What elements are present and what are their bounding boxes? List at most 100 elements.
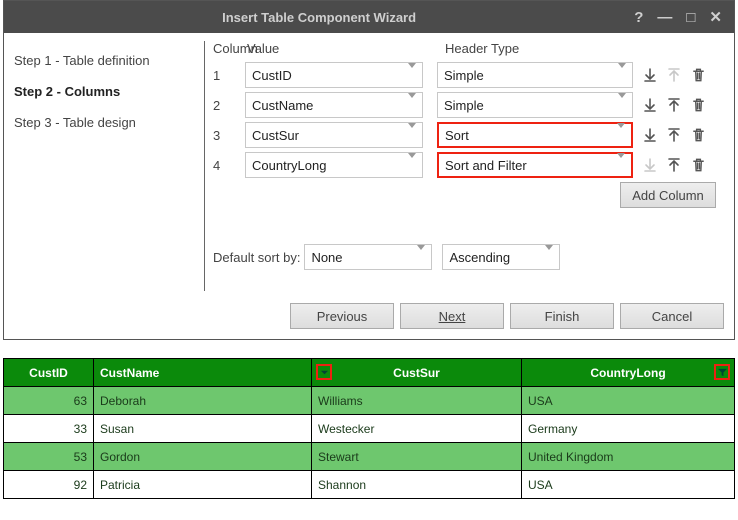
chevron-down-icon bbox=[417, 250, 425, 265]
filter-icon[interactable] bbox=[714, 364, 730, 380]
value-dropdown[interactable]: CustName bbox=[245, 92, 423, 118]
step-3[interactable]: Step 3 - Table design bbox=[14, 107, 204, 138]
cell-custname: Susan bbox=[94, 415, 312, 443]
next-button[interactable]: Next bbox=[400, 303, 504, 329]
sort-direction-dropdown[interactable]: Ascending bbox=[442, 244, 560, 270]
cell-custsur: Williams bbox=[312, 387, 522, 415]
add-column-row: Add Column bbox=[213, 182, 716, 208]
table-row: 92PatriciaShannonUSA bbox=[4, 471, 735, 499]
header-type-dropdown[interactable]: Sort bbox=[437, 122, 633, 148]
maximize-button[interactable]: □ bbox=[686, 10, 695, 25]
close-button[interactable]: ✕ bbox=[709, 10, 722, 25]
preview-table: CustID CustName CustSur CountryLong 63De… bbox=[3, 358, 735, 499]
row-icon-group bbox=[641, 156, 707, 174]
header-column: Column bbox=[213, 41, 245, 56]
help-button[interactable]: ? bbox=[634, 10, 643, 25]
cell-custid: 63 bbox=[4, 387, 94, 415]
move-up-icon[interactable] bbox=[665, 126, 683, 144]
chevron-down-icon bbox=[408, 128, 416, 143]
table-row: 63DeborahWilliamsUSA bbox=[4, 387, 735, 415]
delete-icon[interactable] bbox=[689, 96, 707, 114]
delete-icon[interactable] bbox=[689, 156, 707, 174]
chevron-down-icon bbox=[618, 68, 626, 83]
value-text: CountryLong bbox=[252, 158, 326, 173]
move-up-icon[interactable] bbox=[665, 96, 683, 114]
value-dropdown[interactable]: CustID bbox=[245, 62, 423, 88]
previous-button[interactable]: Previous bbox=[290, 303, 394, 329]
header-type-dropdown[interactable]: Sort and Filter bbox=[437, 152, 633, 178]
column-row: 3 CustSur Sort bbox=[213, 122, 724, 148]
step-1[interactable]: Step 1 - Table definition bbox=[14, 45, 204, 76]
column-row: 4CountryLongSort and Filter bbox=[213, 152, 724, 178]
dialog-title: Insert Table Component Wizard bbox=[4, 10, 634, 25]
next-label: Next bbox=[439, 309, 466, 324]
header-type-dropdown[interactable]: Simple bbox=[437, 92, 633, 118]
row-number: 1 bbox=[213, 68, 245, 83]
chevron-down-icon bbox=[545, 250, 553, 265]
header-value: Value bbox=[245, 41, 445, 56]
move-down-icon[interactable] bbox=[641, 126, 659, 144]
header-type-text: Simple bbox=[444, 68, 484, 83]
step-2[interactable]: Step 2 - Columns bbox=[14, 76, 204, 107]
value-text: CustName bbox=[252, 98, 313, 113]
delete-icon[interactable] bbox=[689, 126, 707, 144]
header-type-dropdown[interactable]: Simple bbox=[437, 62, 633, 88]
titlebar: Insert Table Component Wizard ? — □ ✕ bbox=[4, 1, 734, 33]
value-dropdown[interactable]: CustSur bbox=[245, 122, 423, 148]
cell-countrylong: USA bbox=[522, 387, 735, 415]
preview-header-countrylong[interactable]: CountryLong bbox=[522, 359, 735, 387]
finish-button[interactable]: Finish bbox=[510, 303, 614, 329]
preview-header-custsur[interactable]: CustSur bbox=[312, 359, 522, 387]
cell-custid: 53 bbox=[4, 443, 94, 471]
cell-countrylong: United Kingdom bbox=[522, 443, 735, 471]
column-row: 1 CustID Simple bbox=[213, 62, 724, 88]
delete-icon[interactable] bbox=[689, 66, 707, 84]
column-headers-row: Column Value Header Type bbox=[213, 41, 724, 56]
move-down-icon bbox=[641, 156, 659, 174]
row-number: 3 bbox=[213, 128, 245, 143]
dialog-body: Step 1 - Table definition Step 2 - Colum… bbox=[4, 33, 734, 293]
move-down-icon[interactable] bbox=[641, 96, 659, 114]
sort-icon[interactable] bbox=[316, 364, 332, 380]
cancel-button[interactable]: Cancel bbox=[620, 303, 724, 329]
header-type-text: Sort and Filter bbox=[445, 158, 527, 173]
header-type: Header Type bbox=[445, 41, 651, 56]
row-icon-group bbox=[641, 66, 707, 84]
wizard-dialog: Insert Table Component Wizard ? — □ ✕ St… bbox=[3, 0, 735, 340]
cell-countrylong: Germany bbox=[522, 415, 735, 443]
preview-header-custname[interactable]: CustName bbox=[94, 359, 312, 387]
preview-body: 63DeborahWilliamsUSA33SusanWesteckerGerm… bbox=[4, 387, 735, 499]
default-sort-label: Default sort by: bbox=[213, 250, 300, 265]
rows-container: 1 CustID Simple 2 CustName Simple 3 CustSur Sort… bbox=[213, 62, 724, 178]
row-number: 2 bbox=[213, 98, 245, 113]
default-sort-dropdown[interactable]: None bbox=[304, 244, 432, 270]
row-icon-group bbox=[641, 96, 707, 114]
wizard-steps: Step 1 - Table definition Step 2 - Colum… bbox=[14, 41, 204, 291]
button-bar: Previous Next Finish Cancel bbox=[4, 293, 734, 339]
columns-panel: Column Value Header Type 1CustIDSimple2C… bbox=[213, 41, 724, 291]
cell-countrylong: USA bbox=[522, 471, 735, 499]
default-sort-row: Default sort by: None Ascending bbox=[213, 244, 724, 270]
cell-custname: Patricia bbox=[94, 471, 312, 499]
cell-custid: 33 bbox=[4, 415, 94, 443]
preview-header-custid[interactable]: CustID bbox=[4, 359, 94, 387]
value-text: CustSur bbox=[252, 128, 299, 143]
chevron-down-icon bbox=[408, 98, 416, 113]
chevron-down-icon bbox=[617, 158, 625, 173]
move-down-icon[interactable] bbox=[641, 66, 659, 84]
value-text: CustID bbox=[252, 68, 292, 83]
move-up-icon bbox=[665, 66, 683, 84]
preview-header-row: CustID CustName CustSur CountryLong bbox=[4, 359, 735, 387]
table-row: 33SusanWesteckerGermany bbox=[4, 415, 735, 443]
default-sort-value: None bbox=[311, 250, 342, 265]
sort-direction-value: Ascending bbox=[449, 250, 510, 265]
cell-custsur: Stewart bbox=[312, 443, 522, 471]
cell-custsur: Shannon bbox=[312, 471, 522, 499]
value-dropdown[interactable]: CountryLong bbox=[245, 152, 423, 178]
chevron-down-icon bbox=[408, 68, 416, 83]
move-up-icon[interactable] bbox=[665, 156, 683, 174]
minimize-button[interactable]: — bbox=[657, 10, 672, 25]
cell-custname: Gordon bbox=[94, 443, 312, 471]
add-column-button[interactable]: Add Column bbox=[620, 182, 716, 208]
titlebar-controls: ? — □ ✕ bbox=[634, 10, 734, 25]
